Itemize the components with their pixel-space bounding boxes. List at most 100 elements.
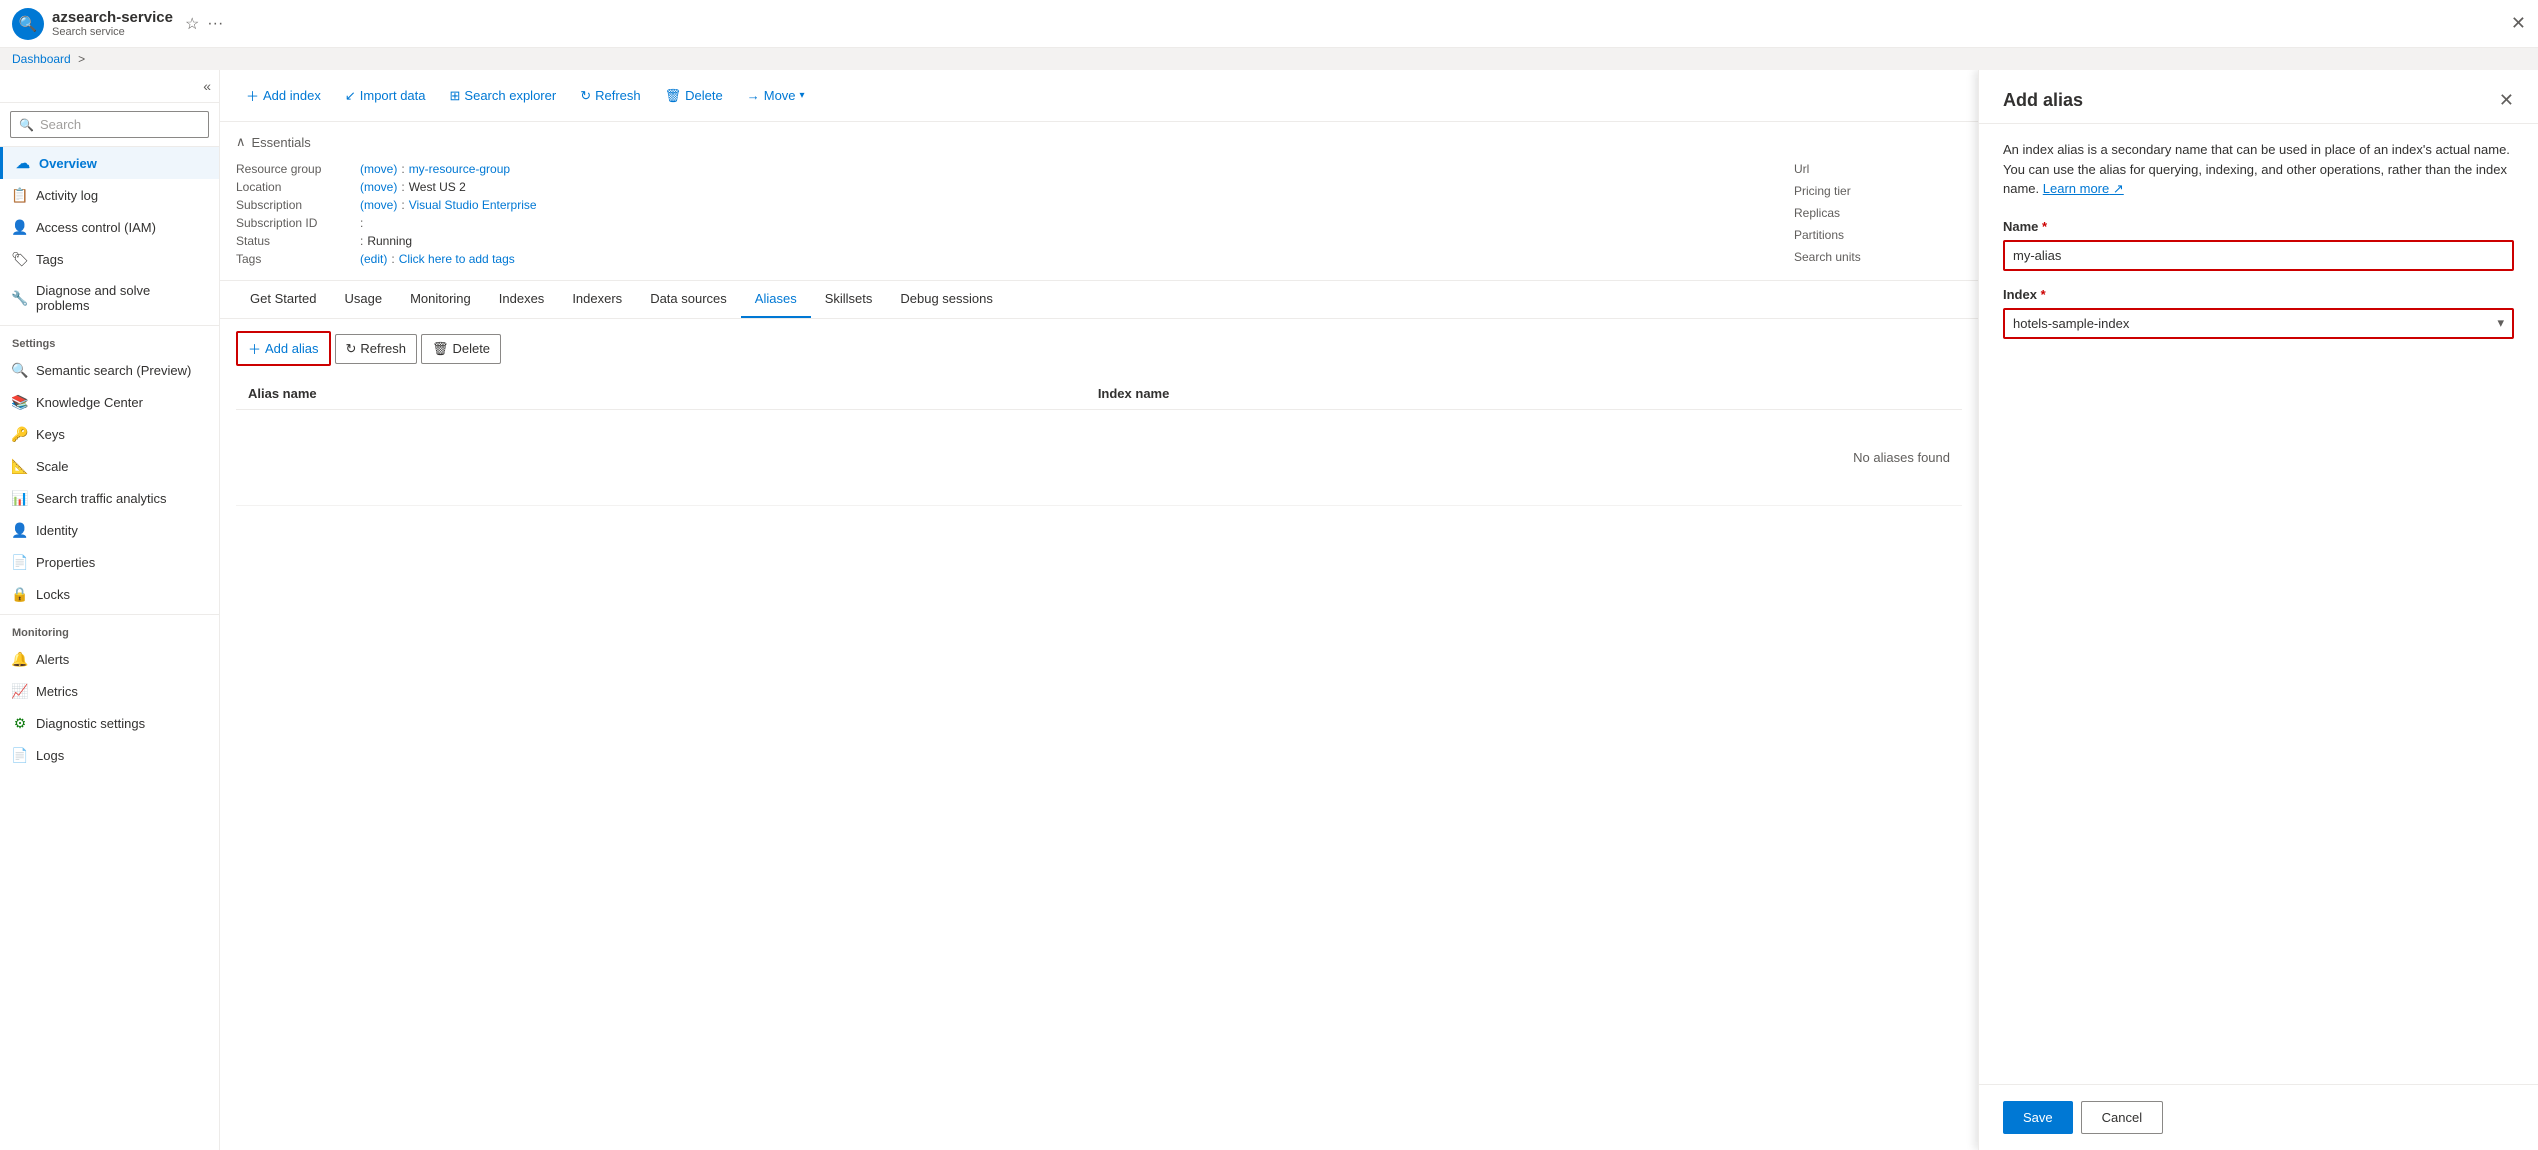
aliases-delete-button[interactable]: 🗑 Delete	[421, 334, 501, 364]
essentials-header[interactable]: ∧ Essentials	[236, 134, 1962, 150]
index-required-star: *	[2041, 287, 2046, 302]
sidebar-item-identity[interactable]: 👤 Identity	[0, 514, 219, 546]
tab-debug-sessions[interactable]: Debug sessions	[886, 281, 1007, 318]
sidebar-item-diagnostic[interactable]: ⚙ Diagnostic settings	[0, 707, 219, 739]
sidebar-item-diagnose[interactable]: 🔧 Diagnose and solve problems	[0, 275, 219, 321]
cancel-button[interactable]: Cancel	[2081, 1101, 2163, 1134]
tab-indexes[interactable]: Indexes	[485, 281, 559, 318]
identity-icon: 👤	[12, 522, 28, 538]
semantic-search-icon: 🔍	[12, 362, 28, 378]
alias-name-input[interactable]	[2003, 240, 2514, 271]
activity-log-icon: 📋	[12, 187, 28, 203]
move-icon: →	[747, 88, 760, 103]
sidebar-item-label: Properties	[36, 555, 95, 570]
topbar-close-icon[interactable]: ✕	[2511, 13, 2526, 34]
breadcrumb: Dashboard >	[0, 48, 2538, 70]
resource-group-move-link[interactable]: (move)	[360, 162, 397, 176]
sidebar-item-access-control[interactable]: 👤 Access control (IAM)	[0, 211, 219, 243]
sidebar-item-label: Diagnostic settings	[36, 716, 145, 731]
star-icon[interactable]: ☆	[185, 14, 199, 34]
sidebar-item-activity-log[interactable]: 📋 Activity log	[0, 179, 219, 211]
resource-group-label: Resource group	[236, 162, 356, 176]
sidebar-item-label: Activity log	[36, 188, 98, 203]
sidebar-item-overview[interactable]: ☁ Overview	[0, 147, 219, 179]
metrics-icon: 📈	[12, 683, 28, 699]
service-logo: 🔍	[12, 8, 44, 40]
sidebar-item-label: Tags	[36, 252, 63, 267]
index-select[interactable]: hotels-sample-index	[2005, 310, 2512, 337]
refresh-icon: ↻	[580, 88, 591, 104]
access-control-icon: 👤	[12, 219, 28, 235]
status-value: Running	[367, 234, 412, 248]
sidebar-item-label: Search traffic analytics	[36, 491, 167, 506]
no-data-row: No aliases found	[236, 410, 1962, 506]
status-label: Status	[236, 234, 356, 248]
service-name: azsearch-service	[52, 9, 173, 26]
sidebar-collapse-btn[interactable]: «	[0, 70, 219, 103]
move-chevron-icon: ▾	[800, 90, 805, 101]
tab-monitoring[interactable]: Monitoring	[396, 281, 485, 318]
sidebar-item-scale[interactable]: 📐 Scale	[0, 450, 219, 482]
delete-button[interactable]: 🗑 Delete	[655, 82, 733, 110]
sidebar-item-logs[interactable]: 📄 Logs	[0, 739, 219, 771]
sidebar-item-label: Keys	[36, 427, 65, 442]
location-move-link[interactable]: (move)	[360, 180, 397, 194]
resource-group-colon: :	[401, 162, 404, 176]
add-icon: ＋	[246, 86, 259, 105]
aliases-refresh-icon: ↻	[346, 341, 357, 357]
overview-icon: ☁	[15, 155, 31, 171]
tab-get-started[interactable]: Get Started	[236, 281, 330, 318]
sidebar-item-semantic-search[interactable]: 🔍 Semantic search (Preview)	[0, 354, 219, 386]
tab-data-sources[interactable]: Data sources	[636, 281, 741, 318]
replicas-label: Replicas	[1794, 206, 1840, 220]
learn-more-link[interactable]: Learn more ↗	[2043, 181, 2124, 196]
refresh-button[interactable]: ↻ Refresh	[570, 82, 650, 110]
diagnose-icon: 🔧	[12, 290, 28, 306]
save-button[interactable]: Save	[2003, 1101, 2073, 1134]
search-explorer-button[interactable]: ⊞ Search explorer	[440, 82, 567, 110]
sidebar-item-search-traffic[interactable]: 📊 Search traffic analytics	[0, 482, 219, 514]
search-icon: 🔍	[19, 118, 34, 132]
no-data-message: No aliases found	[236, 410, 1962, 506]
search-units-label: Search units	[1794, 250, 1861, 264]
subscription-value[interactable]: Visual Studio Enterprise	[409, 198, 537, 212]
index-field-label: Index *	[2003, 287, 2514, 302]
collapse-icon: «	[203, 78, 211, 94]
move-button[interactable]: → Move ▾	[737, 82, 815, 109]
sidebar-item-metrics[interactable]: 📈 Metrics	[0, 675, 219, 707]
sidebar-item-tags[interactable]: 🏷 Tags	[0, 243, 219, 275]
sidebar-item-locks[interactable]: 🔒 Locks	[0, 578, 219, 610]
search-placeholder: Search	[40, 117, 81, 132]
sidebar-item-alerts[interactable]: 🔔 Alerts	[0, 643, 219, 675]
tab-skillsets[interactable]: Skillsets	[811, 281, 887, 318]
tab-aliases[interactable]: Aliases	[741, 281, 811, 318]
add-alias-button[interactable]: ＋ Add alias	[236, 331, 331, 366]
sidebar-item-keys[interactable]: 🔑 Keys	[0, 418, 219, 450]
subscription-id-label: Subscription ID	[236, 216, 356, 230]
tab-indexers[interactable]: Indexers	[558, 281, 636, 318]
import-data-button[interactable]: ↙ Import data	[335, 82, 436, 110]
sidebar-item-label: Locks	[36, 587, 70, 602]
sidebar-item-knowledge-center[interactable]: 📚 Knowledge Center	[0, 386, 219, 418]
subscription-move-link[interactable]: (move)	[360, 198, 397, 212]
breadcrumb-dashboard[interactable]: Dashboard	[12, 52, 71, 66]
import-icon: ↙	[345, 88, 356, 104]
aliases-refresh-button[interactable]: ↻ Refresh	[335, 334, 417, 364]
sidebar-item-label: Knowledge Center	[36, 395, 143, 410]
name-required-star: *	[2042, 219, 2047, 234]
tab-usage[interactable]: Usage	[330, 281, 396, 318]
sidebar-search-input[interactable]: 🔍 Search	[10, 111, 209, 138]
more-icon[interactable]: ···	[207, 15, 223, 33]
resource-group-value[interactable]: my-resource-group	[409, 162, 510, 176]
panel-close-button[interactable]: ✕	[2499, 90, 2514, 111]
tags-icon: 🏷	[12, 251, 28, 267]
sidebar-item-label: Alerts	[36, 652, 69, 667]
sidebar-item-label: Metrics	[36, 684, 78, 699]
sidebar-item-properties[interactable]: 📄 Properties	[0, 546, 219, 578]
keys-icon: 🔑	[12, 426, 28, 442]
add-index-button[interactable]: ＋ Add index	[236, 80, 331, 111]
logs-icon: 📄	[12, 747, 28, 763]
tags-value[interactable]: Click here to add tags	[399, 252, 515, 266]
tags-edit-link[interactable]: (edit)	[360, 252, 387, 266]
explorer-icon: ⊞	[450, 88, 461, 104]
